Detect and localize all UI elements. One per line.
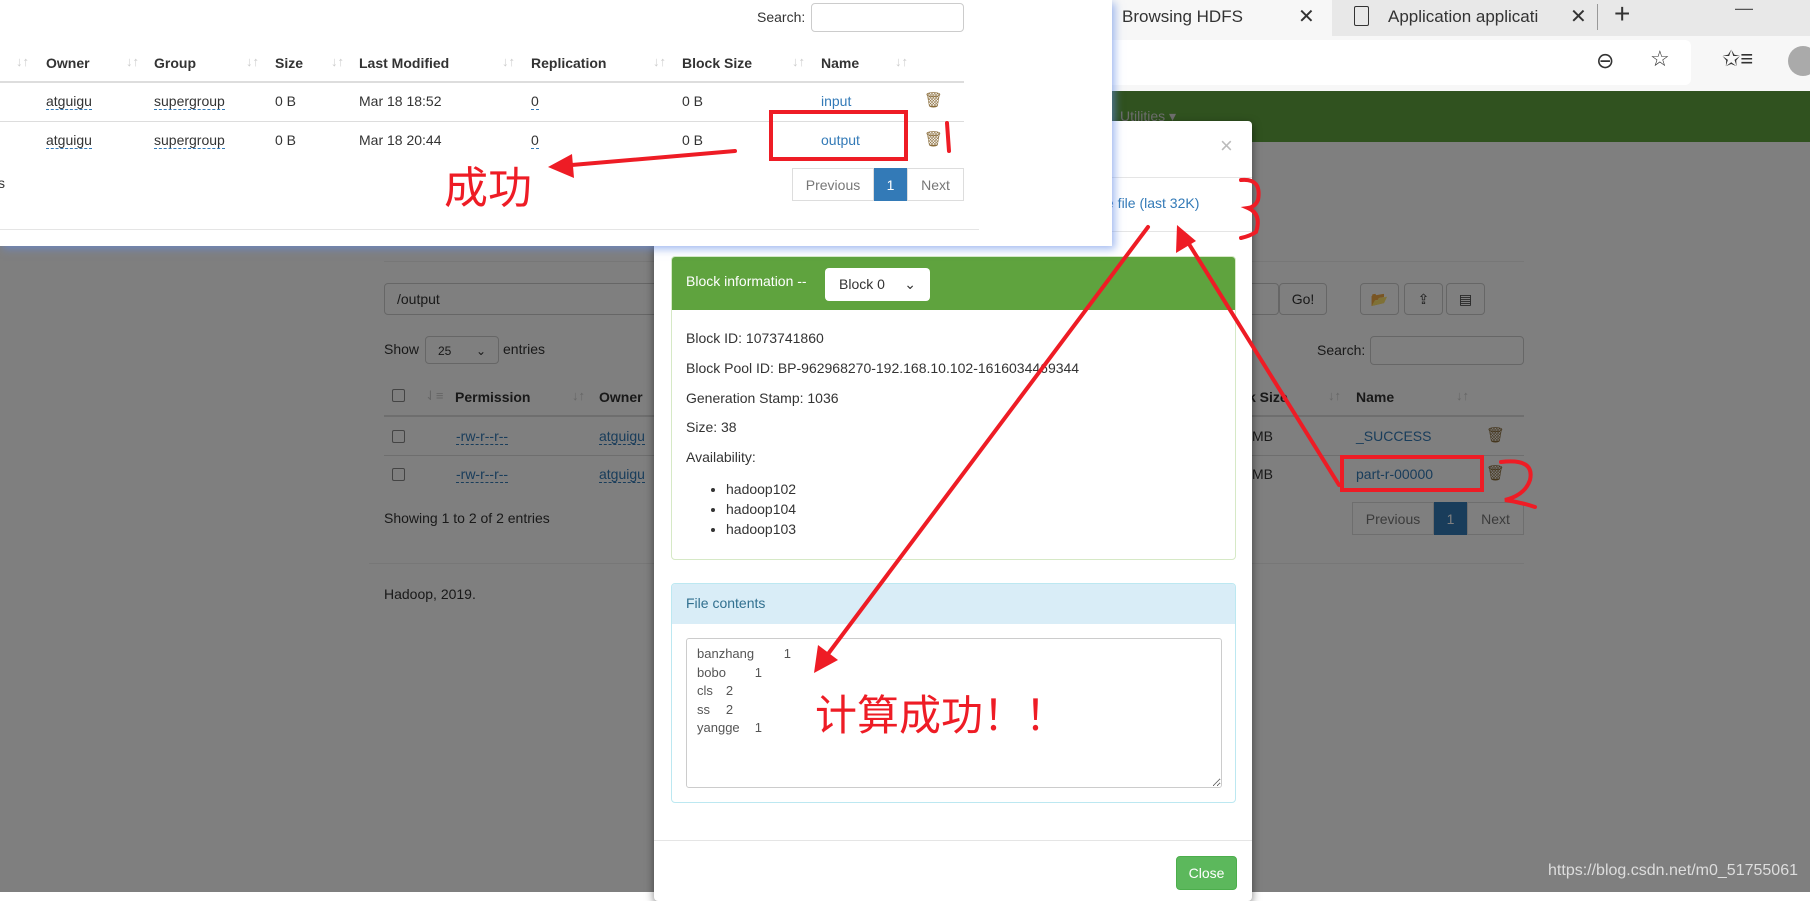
arrow-to-contents <box>820 225 1150 664</box>
highlight-box-part-file <box>1340 455 1484 492</box>
annotation-layer <box>548 110 1537 673</box>
arrow-to-tail-link <box>1182 234 1341 487</box>
arrow-success <box>558 149 737 168</box>
arrowhead <box>814 645 838 673</box>
step-mark-3 <box>1239 177 1261 240</box>
highlight-box-output <box>769 110 908 161</box>
annotation-success: 成功 <box>444 164 532 213</box>
annotation-compute-success: 计算成功！！ <box>815 692 1068 739</box>
step-mark-2 <box>1499 459 1537 509</box>
step-mark-1 <box>945 121 951 153</box>
arrowhead <box>548 154 574 178</box>
